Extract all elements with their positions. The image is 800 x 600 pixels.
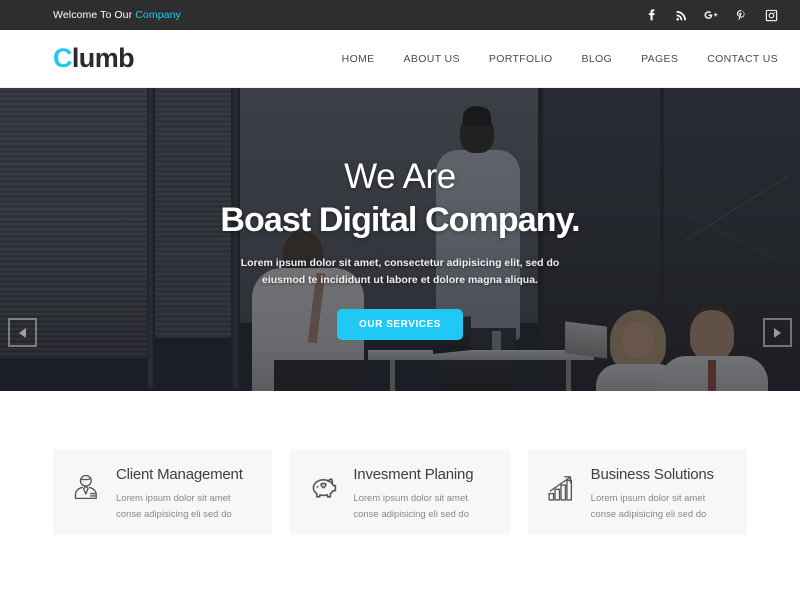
nav-item-contact-us[interactable]: CONTACT US bbox=[707, 53, 778, 65]
nav-item-pages[interactable]: PAGES bbox=[641, 53, 678, 65]
facebook-icon[interactable] bbox=[644, 8, 658, 22]
hero-slider: We Are Boast Digital Company. Lorem ipsu… bbox=[0, 88, 800, 391]
chevron-right-icon bbox=[774, 327, 781, 338]
welcome-accent: Company bbox=[135, 9, 181, 21]
instagram-icon[interactable] bbox=[764, 8, 778, 22]
logo-rest: lumb bbox=[71, 43, 135, 73]
welcome-message: Welcome To Our Company bbox=[53, 9, 181, 21]
social-links bbox=[644, 8, 778, 22]
main-navigation: HOME ABOUT US PORTFOLIO BLOG PAGES CONTA… bbox=[342, 53, 778, 65]
services-section: Client Management Lorem ipsum dolor sit … bbox=[0, 391, 800, 535]
service-title: Invesment Planing bbox=[353, 466, 474, 483]
nav-item-home[interactable]: HOME bbox=[342, 53, 375, 65]
service-title: Client Management bbox=[116, 466, 243, 483]
service-card-business-solutions[interactable]: Business Solutions Lorem ipsum dolor sit… bbox=[527, 449, 747, 535]
hero-heading-line1: We Are bbox=[344, 157, 456, 196]
service-text: Invesment Planing Lorem ipsum dolor sit … bbox=[353, 466, 495, 524]
logo[interactable]: Clumb bbox=[53, 43, 135, 73]
top-bar: Welcome To Our Company bbox=[0, 0, 800, 30]
service-description: Lorem ipsum dolor sit amet conse adipisi… bbox=[353, 492, 469, 521]
pinterest-icon[interactable] bbox=[734, 8, 748, 22]
chevron-left-icon bbox=[19, 327, 26, 338]
hero-heading-line2: Boast Digital Company. bbox=[220, 201, 580, 239]
growth-bar-chart-icon bbox=[544, 471, 578, 505]
our-services-button[interactable]: OUR SERVICES bbox=[337, 308, 463, 340]
nav-item-about-us[interactable]: ABOUT US bbox=[404, 53, 460, 65]
rss-icon[interactable] bbox=[674, 8, 688, 22]
service-card-invesment-planing[interactable]: Invesment Planing Lorem ipsum dolor sit … bbox=[290, 449, 510, 535]
service-card-client-management[interactable]: Client Management Lorem ipsum dolor sit … bbox=[53, 449, 273, 535]
logo-accent-letter: C bbox=[53, 43, 73, 73]
hero-content: We Are Boast Digital Company. Lorem ipsu… bbox=[0, 88, 800, 391]
google-plus-icon[interactable] bbox=[704, 8, 718, 22]
nav-item-portfolio[interactable]: PORTFOLIO bbox=[489, 53, 553, 65]
service-text: Business Solutions Lorem ipsum dolor sit… bbox=[590, 466, 733, 524]
slider-prev-arrow-icon[interactable] bbox=[8, 318, 37, 347]
hero-subtitle: Lorem ipsum dolor sit amet, consectetur … bbox=[240, 257, 560, 287]
service-description: Lorem ipsum dolor sit amet conse adipisi… bbox=[590, 492, 707, 521]
service-title: Business Solutions bbox=[590, 466, 714, 483]
nav-item-blog[interactable]: BLOG bbox=[581, 53, 612, 65]
piggy-bank-heart-icon bbox=[306, 471, 340, 505]
service-text: Client Management Lorem ipsum dolor sit … bbox=[116, 466, 258, 524]
service-description: Lorem ipsum dolor sit amet conse adipisi… bbox=[116, 492, 232, 521]
site-header: Clumb HOME ABOUT US PORTFOLIO BLOG PAGES… bbox=[0, 30, 800, 88]
businessman-icon bbox=[69, 471, 103, 505]
slider-next-arrow-icon[interactable] bbox=[763, 318, 792, 347]
welcome-prefix: Welcome To Our bbox=[53, 9, 136, 21]
